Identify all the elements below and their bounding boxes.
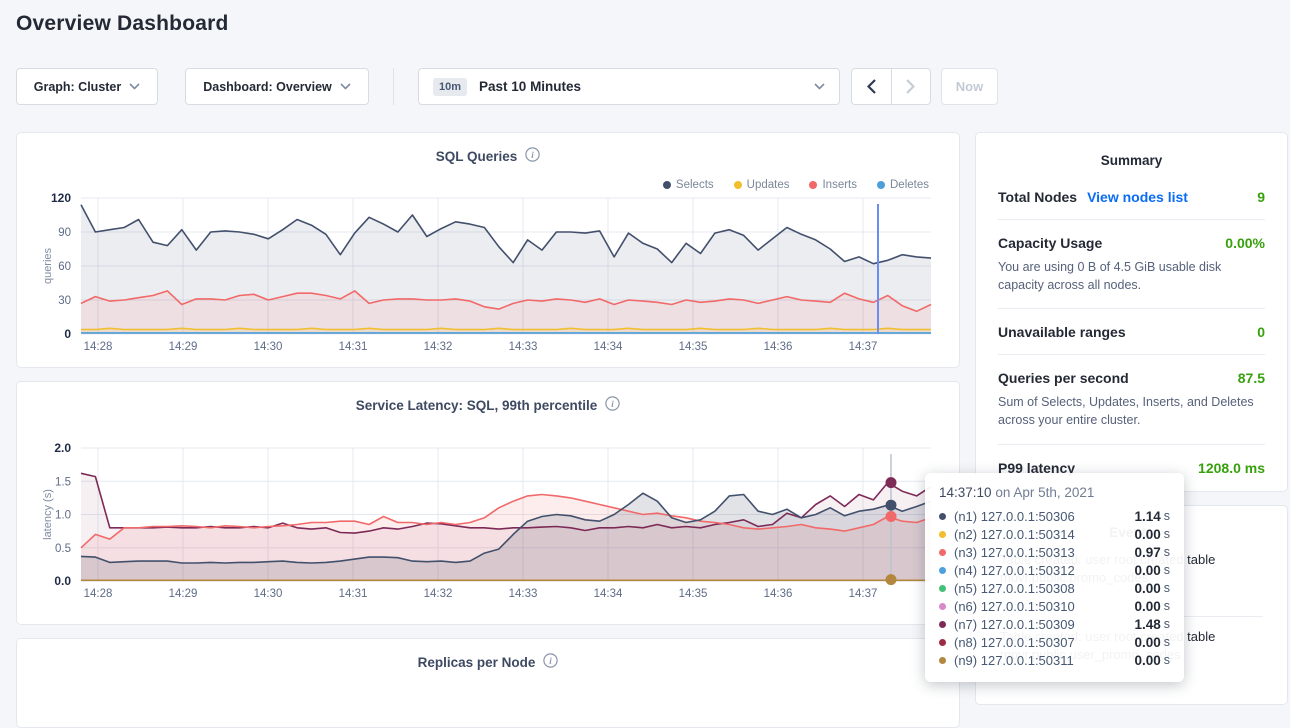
svg-text:14:33: 14:33 — [509, 588, 538, 600]
replicas-per-node-panel: Replicas per Node i — [16, 638, 960, 728]
time-range-picker[interactable]: 10m Past 10 Minutes — [418, 68, 840, 105]
svg-text:120: 120 — [51, 191, 71, 205]
service-latency-chart[interactable]: 14:28 14:29 14:30 14:31 14:32 14:33 14:34 14:35… — [17, 382, 961, 626]
svg-text:14:32: 14:32 — [424, 588, 453, 600]
node-color-dot — [939, 513, 946, 520]
qps-label: Queries per second — [998, 370, 1129, 386]
svg-text:30: 30 — [58, 295, 71, 307]
tooltip-node-row: (n2) 127.0.0.1:503140.00s — [939, 525, 1170, 543]
unavailable-ranges-label: Unavailable ranges — [998, 324, 1126, 340]
svg-text:1.5: 1.5 — [55, 476, 71, 488]
total-nodes-value: 9 — [1257, 189, 1265, 205]
svg-text:14:32: 14:32 — [424, 341, 453, 353]
summary-title: Summary — [998, 133, 1265, 174]
sql-queries-panel: SQL Queries i SelectsUpdatesInsertsDelet… — [16, 132, 960, 368]
tooltip-node-row: (n6) 127.0.0.1:503100.00s — [939, 597, 1170, 615]
node-color-dot — [939, 585, 946, 592]
svg-text:i: i — [550, 656, 553, 666]
page-title: Overview Dashboard — [16, 12, 229, 36]
qps-desc: Sum of Selects, Updates, Inserts, and De… — [998, 393, 1265, 429]
time-nav-arrows — [851, 68, 931, 105]
chevron-down-icon — [129, 83, 140, 90]
time-range-label: Past 10 Minutes — [479, 79, 581, 94]
tooltip-node-row: (n3) 127.0.0.1:503130.97s — [939, 543, 1170, 561]
node-color-dot — [939, 567, 946, 574]
time-range-badge: 10m — [433, 78, 467, 96]
node-color-dot — [939, 639, 946, 646]
svg-text:14:35: 14:35 — [679, 588, 708, 600]
svg-text:14:30: 14:30 — [254, 341, 283, 353]
total-nodes-label: Total Nodes — [998, 189, 1077, 205]
next-time-button[interactable] — [892, 69, 931, 104]
prev-time-button[interactable] — [852, 69, 892, 104]
node-color-dot — [939, 549, 946, 556]
svg-text:14:29: 14:29 — [169, 588, 198, 600]
overview-dashboard-page: Overview Dashboard Graph: Cluster Dashbo… — [0, 0, 1290, 689]
svg-text:14:36: 14:36 — [764, 341, 793, 353]
p99-latency-value: 1208.0 ms — [1198, 460, 1265, 476]
chevron-down-icon — [340, 83, 351, 90]
svg-text:14:34: 14:34 — [594, 341, 623, 353]
svg-text:latency (s): latency (s) — [42, 489, 54, 540]
graph-scope-label: Graph: Cluster — [34, 80, 122, 94]
summary-row-qps: Queries per second 87.5 Sum of Selects, … — [998, 355, 1265, 444]
unavailable-ranges-value: 0 — [1257, 324, 1265, 340]
chevron-down-icon — [814, 83, 825, 90]
node-color-dot — [939, 531, 946, 538]
svg-text:14:34: 14:34 — [594, 588, 623, 600]
svg-text:90: 90 — [58, 227, 71, 239]
svg-text:14:31: 14:31 — [339, 588, 368, 600]
tooltip-node-row: (n5) 127.0.0.1:503080.00s — [939, 579, 1170, 597]
svg-text:14:28: 14:28 — [84, 588, 113, 600]
svg-text:14:37: 14:37 — [849, 588, 878, 600]
svg-text:14:29: 14:29 — [169, 341, 198, 353]
svg-text:14:36: 14:36 — [764, 588, 793, 600]
dashboard-label: Dashboard: Overview — [203, 80, 332, 94]
service-latency-panel: Service Latency: SQL, 99th percentile i … — [16, 381, 960, 625]
node-color-dot — [939, 621, 946, 628]
now-button[interactable]: Now — [941, 68, 998, 105]
svg-text:1.0: 1.0 — [55, 510, 71, 522]
node-color-dot — [939, 657, 946, 664]
svg-text:0: 0 — [64, 327, 71, 341]
tooltip-timestamp: 14:37:10 on Apr 5th, 2021 — [939, 485, 1170, 500]
tooltip-node-row: (n9) 127.0.0.1:503110.00s — [939, 651, 1170, 669]
svg-text:0.5: 0.5 — [55, 543, 71, 555]
tooltip-node-row: (n4) 127.0.0.1:503120.00s — [939, 561, 1170, 579]
svg-text:0.0: 0.0 — [54, 574, 71, 588]
svg-text:14:30: 14:30 — [254, 588, 283, 600]
graph-scope-dropdown[interactable]: Graph: Cluster — [16, 68, 158, 105]
sql-queries-chart[interactable]: 14:28 14:29 14:30 14:31 14:32 14:33 14:34 14:35… — [17, 133, 961, 369]
tooltip-node-row: (n7) 127.0.0.1:503091.48s — [939, 615, 1170, 633]
capacity-usage-desc: You are using 0 B of 4.5 GiB usable disk… — [998, 258, 1265, 294]
svg-text:14:37: 14:37 — [849, 341, 878, 353]
replicas-per-node-title: Replicas per Node — [418, 655, 536, 670]
controls-divider — [393, 68, 394, 105]
svg-text:14:33: 14:33 — [509, 341, 538, 353]
view-nodes-list-link[interactable]: View nodes list — [1087, 189, 1188, 205]
dashboard-dropdown[interactable]: Dashboard: Overview — [185, 68, 369, 105]
svg-text:60: 60 — [58, 261, 71, 273]
summary-row-total-nodes: Total Nodes View nodes list 9 — [998, 174, 1265, 220]
summary-row-capacity: Capacity Usage 0.00% You are using 0 B o… — [998, 220, 1265, 309]
tooltip-node-row: (n8) 127.0.0.1:503070.00s — [939, 633, 1170, 651]
info-icon[interactable]: i — [543, 653, 558, 671]
svg-text:queries: queries — [42, 247, 54, 284]
capacity-usage-value: 0.00% — [1225, 235, 1265, 251]
qps-value: 87.5 — [1238, 370, 1265, 386]
summary-panel: Summary Total Nodes View nodes list 9 Ca… — [975, 132, 1288, 492]
node-color-dot — [939, 603, 946, 610]
summary-row-unavailable-ranges: Unavailable ranges 0 — [998, 309, 1265, 355]
svg-text:14:31: 14:31 — [339, 341, 368, 353]
svg-text:2.0: 2.0 — [54, 441, 71, 455]
latency-hover-tooltip: 14:37:10 on Apr 5th, 2021 (n1) 127.0.0.1… — [925, 473, 1184, 682]
tooltip-node-row: (n1) 127.0.0.1:503061.14s — [939, 507, 1170, 525]
svg-text:14:35: 14:35 — [679, 341, 708, 353]
capacity-usage-label: Capacity Usage — [998, 235, 1102, 251]
svg-text:14:28: 14:28 — [84, 341, 113, 353]
